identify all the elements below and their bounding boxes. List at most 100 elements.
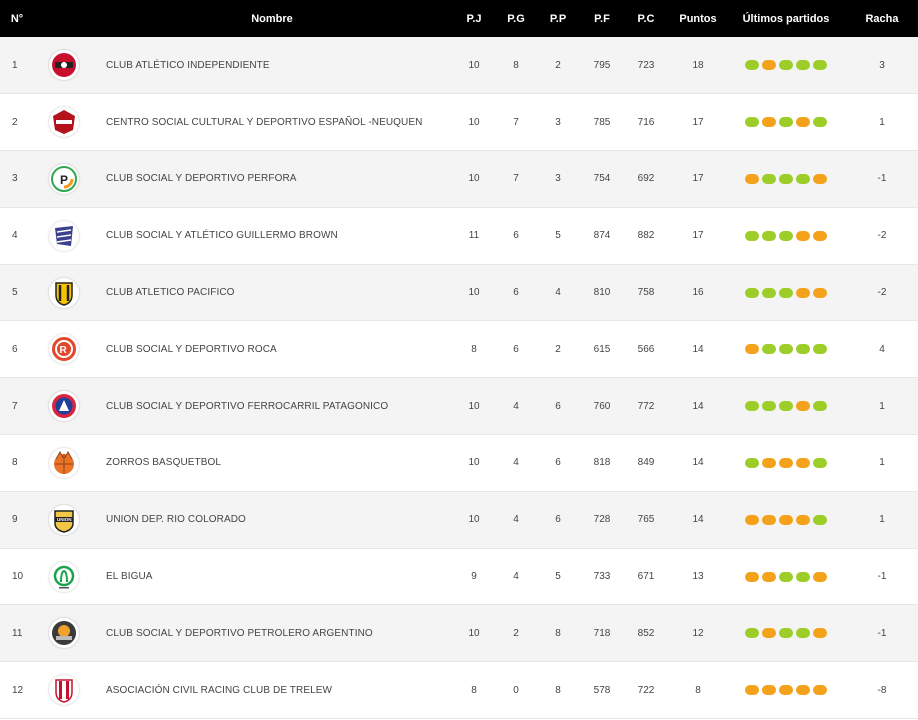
racing-trelew-logo[interactable]: [49, 675, 79, 706]
row-position: 6: [12, 343, 18, 355]
zorros-logo[interactable]: [49, 447, 79, 478]
row-last-matches: [726, 94, 846, 151]
table-row[interactable]: 8 ZORROS BASQUETBOL 10 4 6 818 849 14 1: [0, 434, 918, 492]
ferrocarril-logo[interactable]: [49, 391, 79, 422]
win-dot: [796, 344, 810, 355]
row-racha: -8: [877, 684, 887, 696]
header-pos[interactable]: N°: [0, 0, 34, 37]
row-pp: 8: [555, 627, 561, 639]
row-pp: 5: [555, 571, 561, 583]
win-dot: [796, 628, 810, 639]
guillermo-brown-logo[interactable]: [49, 220, 79, 251]
row-team-name[interactable]: CLUB SOCIAL Y ATLÉTICO GUILLERMO BROWN: [94, 207, 450, 264]
row-pc: 882: [637, 230, 655, 242]
petrolero-logo[interactable]: [49, 618, 79, 649]
row-logo-cell: [34, 435, 94, 492]
form-indicator: [726, 230, 846, 241]
row-racha: 1: [879, 400, 885, 412]
table-row[interactable]: 1 CLUB ATLÉTICO INDEPENDIENTE 10 8 2 795 723 18…: [0, 37, 918, 94]
pacifico-logo[interactable]: [49, 277, 79, 308]
row-team-name[interactable]: CLUB ATLETICO PACIFICO: [94, 264, 450, 321]
win-dot: [745, 117, 759, 128]
table-body: 1 CLUB ATLÉTICO INDEPENDIENTE 10 8 2 795 723 1 8…: [0, 37, 918, 719]
row-pj: 10: [468, 173, 480, 185]
header-pf[interactable]: P.F: [582, 0, 622, 37]
row-pj: 11: [468, 230, 480, 242]
win-dot: [796, 173, 810, 184]
win-dot: [779, 344, 793, 355]
table-row[interactable]: 11 CLUB SOCIAL Y DEPORTIVO PETROLERO ARGE…: [0, 604, 918, 662]
row-pf: 760: [593, 400, 611, 412]
row-last-matches: [726, 435, 846, 492]
roca-logo[interactable]: R: [49, 334, 79, 365]
row-pg: 2: [513, 627, 519, 639]
row-team-name[interactable]: UNION DEP. RIO COLORADO: [94, 491, 450, 548]
form-indicator: [726, 173, 846, 184]
header-pj[interactable]: P.J: [450, 0, 498, 37]
row-last-matches: [726, 378, 846, 435]
header-pp[interactable]: P.P: [534, 0, 582, 37]
row-pc: 716: [637, 116, 655, 128]
row-team-name[interactable]: CLUB SOCIAL Y DEPORTIVO ROCA: [94, 321, 450, 378]
table-row[interactable]: 4 CLUB SOCIAL Y ATLÉTICO GUILLERMO BROWN 1…: [0, 207, 918, 265]
win-dot: [813, 514, 827, 525]
union-logo[interactable]: UNION: [49, 504, 79, 535]
row-last-matches: [726, 151, 846, 208]
row-puntos: 14: [692, 400, 704, 412]
table-row[interactable]: 5 CLUB ATLETICO PACIFICO 10 6 4 810 758 16 -2: [0, 264, 918, 321]
row-pc: 772: [637, 400, 655, 412]
row-team-name[interactable]: ASOCIACIÓN CIVIL RACING CLUB DE TRELEW: [94, 662, 450, 719]
loss-dot: [813, 173, 827, 184]
row-pg: 4: [513, 514, 519, 526]
loss-dot: [796, 685, 810, 696]
row-racha: 1: [879, 116, 885, 128]
row-team-name[interactable]: ZORROS BASQUETBOL: [94, 435, 450, 492]
row-team-name[interactable]: CLUB ATLÉTICO INDEPENDIENTE: [94, 37, 450, 94]
loss-dot: [762, 117, 776, 128]
row-team-name[interactable]: CLUB SOCIAL Y DEPORTIVO PERFORA: [94, 151, 450, 208]
loss-dot: [762, 60, 776, 71]
row-last-matches: [726, 662, 846, 719]
table-row[interactable]: 9 UNION UNION DEP. RIO COLORADO 10 4 6 728 765 1…: [0, 491, 918, 549]
bigua-logo[interactable]: [49, 561, 79, 592]
table-row[interactable]: 2 CENTRO SOCIAL CULTURAL Y DEPORTIVO ESPA…: [0, 93, 918, 151]
row-pj: 8: [471, 343, 477, 355]
header-puntos[interactable]: Puntos: [670, 0, 726, 37]
row-pc: 765: [637, 514, 655, 526]
header-pg[interactable]: P.G: [498, 0, 534, 37]
header-pc[interactable]: P.C: [622, 0, 670, 37]
header-racha[interactable]: Racha: [846, 0, 918, 37]
table-row[interactable]: 6 R CLUB SOCIAL Y DEPORTIVO ROCA 8 6 2 615 566 1…: [0, 320, 918, 378]
row-team-name[interactable]: EL BIGUA: [94, 548, 450, 605]
row-logo-cell: UNION: [34, 491, 94, 548]
row-pc: 723: [637, 59, 655, 71]
independiente-logo[interactable]: [49, 50, 79, 81]
table-row[interactable]: 12 ASOCIACIÓN CIVIL RACING CLUB DE TRELEW…: [0, 661, 918, 719]
header-name[interactable]: Nombre: [94, 0, 450, 37]
row-logo-cell: [34, 662, 94, 719]
perfora-logo[interactable]: P: [49, 163, 79, 194]
row-team-name[interactable]: CLUB SOCIAL Y DEPORTIVO PETROLERO ARGENT…: [94, 605, 450, 662]
loss-dot: [796, 230, 810, 241]
row-logo-cell: [34, 37, 94, 94]
row-position: 7: [12, 400, 18, 412]
row-pj: 10: [468, 59, 480, 71]
row-team-name[interactable]: CENTRO SOCIAL CULTURAL Y DEPORTIVO ESPAÑ…: [94, 94, 450, 151]
row-pj: 10: [468, 400, 480, 412]
row-puntos: 13: [692, 571, 704, 583]
row-racha: 4: [879, 343, 885, 355]
row-pg: 4: [513, 400, 519, 412]
table-row[interactable]: 7 CLUB SOCIAL Y DEPORTIVO FERROCARRIL PAT…: [0, 377, 918, 435]
espanol-logo[interactable]: [49, 107, 79, 138]
table-row[interactable]: 3 P CLUB SOCIAL Y DEPORTIVO PERFORA 10 7 3 754…: [0, 150, 918, 208]
form-indicator: [726, 628, 846, 639]
row-puntos: 17: [692, 173, 704, 185]
table-row[interactable]: 10 EL BIGUA 9 4 5 733 671 13 -1: [0, 548, 918, 605]
row-pg: 7: [513, 173, 519, 185]
row-last-matches: [726, 605, 846, 662]
row-pf: 795: [593, 59, 611, 71]
row-racha: 1: [879, 457, 885, 469]
row-team-name[interactable]: CLUB SOCIAL Y DEPORTIVO FERROCARRIL PATA…: [94, 378, 450, 435]
row-logo-cell: P: [34, 151, 94, 208]
row-pj: 10: [468, 116, 480, 128]
